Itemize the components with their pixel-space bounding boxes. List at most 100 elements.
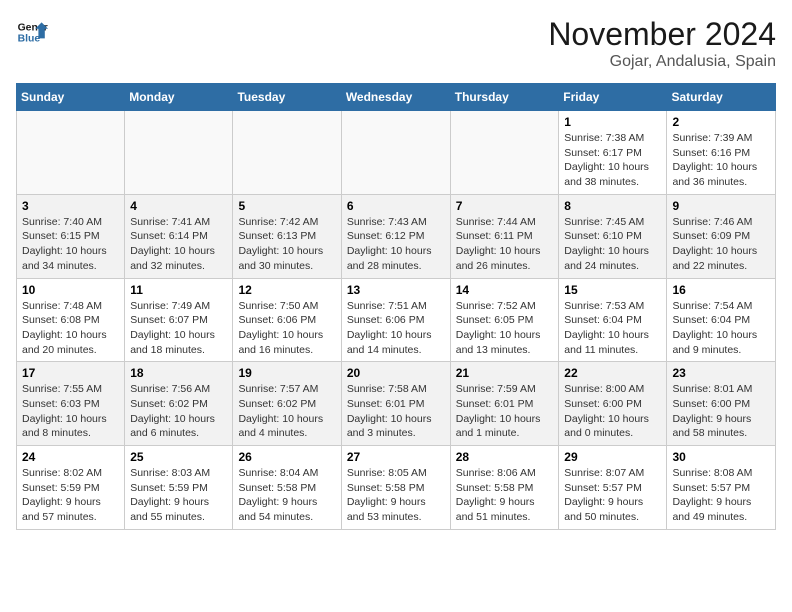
day-info: Sunrise: 7:59 AM Sunset: 6:01 PM Dayligh… [456,382,554,441]
weekday-header-saturday: Saturday [667,84,776,111]
day-number: 6 [347,199,445,213]
day-info: Sunrise: 7:55 AM Sunset: 6:03 PM Dayligh… [22,382,119,441]
calendar-cell [233,111,341,195]
calendar-cell: 2 Sunrise: 7:39 AM Sunset: 6:16 PM Daylig… [667,111,776,195]
day-number: 19 [238,366,335,380]
calendar-cell: 17 Sunrise: 7:55 AM Sunset: 6:03 PM Dayli… [17,362,125,446]
calendar-cell [17,111,125,195]
calendar-cell: 8 Sunrise: 7:45 AM Sunset: 6:10 PM Daylig… [559,194,667,278]
calendar-cell: 10 Sunrise: 7:48 AM Sunset: 6:08 PM Dayli… [17,278,125,362]
day-info: Sunrise: 7:52 AM Sunset: 6:05 PM Dayligh… [456,299,554,358]
calendar-table: SundayMondayTuesdayWednesdayThursdayFrid… [16,83,776,530]
title-block: November 2024 Gojar, Andalusia, Spain [548,16,776,71]
day-info: Sunrise: 7:43 AM Sunset: 6:12 PM Dayligh… [347,215,445,274]
day-number: 13 [347,283,445,297]
calendar-cell: 14 Sunrise: 7:52 AM Sunset: 6:05 PM Dayli… [450,278,559,362]
calendar-cell [341,111,450,195]
calendar-cell: 30Sunrise: 8:08 AM Sunset: 5:57 PM Dayli… [667,446,776,530]
day-number: 1 [564,115,661,129]
day-info: Sunrise: 7:54 AM Sunset: 6:04 PM Dayligh… [672,299,770,358]
calendar-cell: 23 Sunrise: 8:01 AM Sunset: 6:00 PM Dayli… [667,362,776,446]
calendar-cell [125,111,233,195]
calendar-cell: 15Sunrise: 7:53 AM Sunset: 6:04 PM Dayli… [559,278,667,362]
day-number: 8 [564,199,661,213]
day-info: Sunrise: 7:50 AM Sunset: 6:06 PM Dayligh… [238,299,335,358]
day-number: 12 [238,283,335,297]
day-number: 3 [22,199,119,213]
weekday-header-thursday: Thursday [450,84,559,111]
day-info: Sunrise: 7:45 AM Sunset: 6:10 PM Dayligh… [564,215,661,274]
calendar-cell: 27 Sunrise: 8:05 AM Sunset: 5:58 PM Dayli… [341,446,450,530]
calendar-cell: 7 Sunrise: 7:44 AM Sunset: 6:11 PM Daylig… [450,194,559,278]
day-number: 7 [456,199,554,213]
day-info: Sunrise: 7:51 AM Sunset: 6:06 PM Dayligh… [347,299,445,358]
day-number: 14 [456,283,554,297]
day-number: 26 [238,450,335,464]
day-info: Sunrise: 7:56 AM Sunset: 6:02 PM Dayligh… [130,382,227,441]
calendar-cell: 4Sunrise: 7:41 AM Sunset: 6:14 PM Daylig… [125,194,233,278]
day-number: 23 [672,366,770,380]
page-header: General Blue November 2024 Gojar, Andalu… [16,16,776,71]
day-info: Sunrise: 8:05 AM Sunset: 5:58 PM Dayligh… [347,466,445,525]
weekday-header-monday: Monday [125,84,233,111]
calendar-cell: 9 Sunrise: 7:46 AM Sunset: 6:09 PM Daylig… [667,194,776,278]
weekday-header-friday: Friday [559,84,667,111]
svg-text:Blue: Blue [18,34,41,45]
weekday-header-wednesday: Wednesday [341,84,450,111]
day-info: Sunrise: 7:46 AM Sunset: 6:09 PM Dayligh… [672,215,770,274]
calendar-cell: 1 Sunrise: 7:38 AM Sunset: 6:17 PM Daylig… [559,111,667,195]
day-info: Sunrise: 7:49 AM Sunset: 6:07 PM Dayligh… [130,299,227,358]
calendar-cell: 19 Sunrise: 7:57 AM Sunset: 6:02 PM Dayli… [233,362,341,446]
day-number: 9 [672,199,770,213]
logo-icon: General Blue [16,16,48,48]
calendar-cell: 29 Sunrise: 8:07 AM Sunset: 5:57 PM Dayli… [559,446,667,530]
day-info: Sunrise: 7:38 AM Sunset: 6:17 PM Dayligh… [564,131,661,190]
calendar-cell: 3 Sunrise: 7:40 AM Sunset: 6:15 PM Daylig… [17,194,125,278]
calendar-cell [450,111,559,195]
calendar-cell: 28 Sunrise: 8:06 AM Sunset: 5:58 PM Dayli… [450,446,559,530]
day-info: Sunrise: 7:57 AM Sunset: 6:02 PM Dayligh… [238,382,335,441]
day-info: Sunrise: 8:08 AM Sunset: 5:57 PM Dayligh… [672,466,770,525]
month-title: November 2024 [548,16,776,53]
day-number: 24 [22,450,119,464]
calendar-cell: 18Sunrise: 7:56 AM Sunset: 6:02 PM Dayli… [125,362,233,446]
day-number: 2 [672,115,770,129]
day-info: Sunrise: 8:03 AM Sunset: 5:59 PM Dayligh… [130,466,227,525]
day-info: Sunrise: 8:07 AM Sunset: 5:57 PM Dayligh… [564,466,661,525]
day-info: Sunrise: 7:48 AM Sunset: 6:08 PM Dayligh… [22,299,119,358]
day-number: 5 [238,199,335,213]
calendar-cell: 26 Sunrise: 8:04 AM Sunset: 5:58 PM Dayli… [233,446,341,530]
day-number: 21 [456,366,554,380]
day-info: Sunrise: 7:41 AM Sunset: 6:14 PM Dayligh… [130,215,227,274]
calendar-cell: 13 Sunrise: 7:51 AM Sunset: 6:06 PM Dayli… [341,278,450,362]
day-number: 29 [564,450,661,464]
day-info: Sunrise: 8:02 AM Sunset: 5:59 PM Dayligh… [22,466,119,525]
day-number: 16 [672,283,770,297]
calendar-cell: 21 Sunrise: 7:59 AM Sunset: 6:01 PM Dayli… [450,362,559,446]
weekday-header-sunday: Sunday [17,84,125,111]
day-info: Sunrise: 7:44 AM Sunset: 6:11 PM Dayligh… [456,215,554,274]
day-number: 10 [22,283,119,297]
day-info: Sunrise: 7:39 AM Sunset: 6:16 PM Dayligh… [672,131,770,190]
day-number: 27 [347,450,445,464]
day-number: 25 [130,450,227,464]
day-info: Sunrise: 7:40 AM Sunset: 6:15 PM Dayligh… [22,215,119,274]
day-number: 11 [130,283,227,297]
calendar-cell: 20Sunrise: 7:58 AM Sunset: 6:01 PM Dayli… [341,362,450,446]
calendar-cell: 12 Sunrise: 7:50 AM Sunset: 6:06 PM Dayli… [233,278,341,362]
day-info: Sunrise: 8:00 AM Sunset: 6:00 PM Dayligh… [564,382,661,441]
day-info: Sunrise: 7:53 AM Sunset: 6:04 PM Dayligh… [564,299,661,358]
location: Gojar, Andalusia, Spain [548,53,776,71]
day-info: Sunrise: 8:01 AM Sunset: 6:00 PM Dayligh… [672,382,770,441]
calendar-cell: 16 Sunrise: 7:54 AM Sunset: 6:04 PM Dayli… [667,278,776,362]
day-info: Sunrise: 7:42 AM Sunset: 6:13 PM Dayligh… [238,215,335,274]
calendar-cell: 11 Sunrise: 7:49 AM Sunset: 6:07 PM Dayli… [125,278,233,362]
weekday-header-tuesday: Tuesday [233,84,341,111]
day-info: Sunrise: 8:06 AM Sunset: 5:58 PM Dayligh… [456,466,554,525]
day-number: 28 [456,450,554,464]
day-info: Sunrise: 8:04 AM Sunset: 5:58 PM Dayligh… [238,466,335,525]
day-number: 22 [564,366,661,380]
calendar-cell: 25 Sunrise: 8:03 AM Sunset: 5:59 PM Dayli… [125,446,233,530]
day-number: 17 [22,366,119,380]
calendar-cell: 6 Sunrise: 7:43 AM Sunset: 6:12 PM Daylig… [341,194,450,278]
